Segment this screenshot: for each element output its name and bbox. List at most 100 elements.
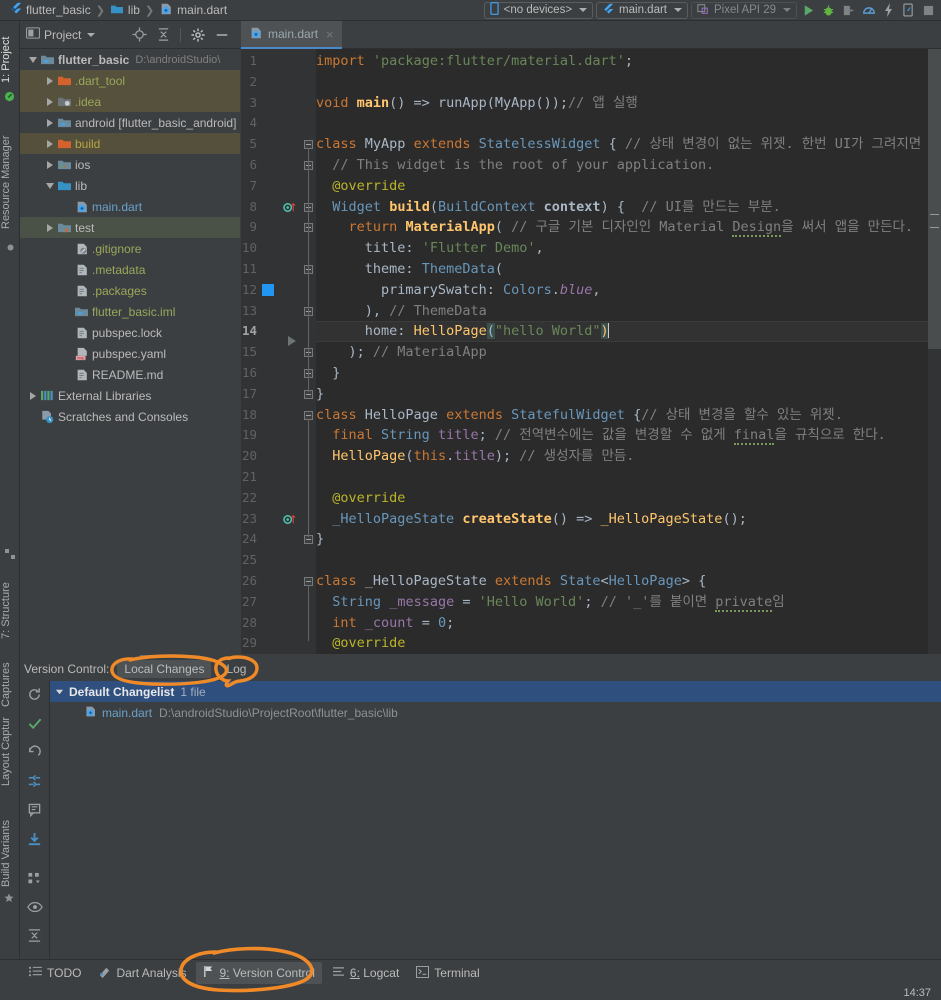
code-line[interactable]: ); // MaterialApp — [316, 342, 941, 363]
tree-node[interactable]: .dart_tool — [20, 70, 240, 91]
profile-icon[interactable] — [840, 2, 857, 19]
tree-node[interactable]: .idea — [20, 91, 240, 112]
code-line[interactable]: class MyApp extends StatelessWidget { //… — [316, 134, 941, 155]
collapse-all-icon[interactable] — [153, 25, 173, 45]
tree-node[interactable]: flutter_basic.iml — [20, 301, 240, 322]
tree-node[interactable]: build — [20, 133, 240, 154]
tree-expand-arrow[interactable] — [43, 182, 56, 189]
stop-icon[interactable] — [920, 2, 937, 19]
chevron-down-icon[interactable] — [55, 685, 64, 699]
code-line[interactable]: ), // ThemeData — [316, 301, 941, 322]
editor-marker-gutter[interactable] — [928, 49, 941, 654]
tree-expand-arrow[interactable] — [26, 56, 39, 63]
fold-collapsed-arrow-icon[interactable] — [288, 336, 296, 347]
tree-node[interactable]: YML pubspec.yaml — [20, 343, 240, 364]
code-line[interactable]: _HelloPageState createState() => _HelloP… — [316, 509, 941, 530]
hide-panel-icon[interactable] — [212, 25, 232, 45]
tree-node[interactable]: main.dart — [20, 196, 240, 217]
code-line[interactable]: @override — [316, 176, 941, 197]
code-line[interactable]: String _message = 'Hello World'; // '_'를… — [316, 592, 941, 613]
update-icon[interactable] — [27, 832, 42, 852]
tree-node[interactable]: Scratches and Consoles — [20, 406, 240, 427]
tree-node[interactable]: flutter_basic D:\androidStudio\ — [20, 49, 240, 70]
tab-local-changes[interactable]: Local Changes — [117, 660, 212, 678]
code-line[interactable]: primarySwatch: Colors.blue, — [316, 280, 941, 301]
tab-main-dart[interactable]: main.dart × — [241, 21, 342, 49]
code-line[interactable]: theme: ThemeData( — [316, 259, 941, 280]
breadcrumb-item-file[interactable]: main.dart — [156, 2, 230, 19]
code-line[interactable]: } — [316, 384, 941, 405]
override-method-icon[interactable] — [283, 513, 297, 531]
group-by-icon[interactable] — [27, 872, 43, 892]
tree-node[interactable]: .packages — [20, 280, 240, 301]
code-line[interactable]: import 'package:flutter/material.dart'; — [316, 51, 941, 72]
code-line[interactable] — [316, 113, 941, 134]
code-line[interactable] — [316, 72, 941, 93]
breadcrumb-item-project[interactable]: flutter_basic — [6, 2, 94, 18]
code-line[interactable]: } — [316, 363, 941, 384]
status-item-terminal[interactable]: Terminal — [409, 963, 486, 984]
preview-eye-icon[interactable] — [26, 901, 43, 919]
code-line[interactable]: void main() => runApp(MyApp());// 앱 실행 — [316, 93, 941, 114]
code-line[interactable]: int _count = 0; — [316, 613, 941, 634]
sidebar-item-resource-manager[interactable]: Resource Manager — [0, 107, 20, 229]
status-item-dart-analysis[interactable]: Dart Analysis — [91, 962, 193, 984]
changed-file-row[interactable]: main.dart D:\androidStudio\ProjectRoot\f… — [50, 702, 941, 723]
status-item-todo[interactable]: TODO — [22, 963, 88, 983]
code-line[interactable]: HelloPage(this.title); // 생성자를 만듬. — [316, 446, 941, 467]
tree-node[interactable]: android [flutter_basic_android] — [20, 112, 240, 133]
color-preview-swatch[interactable] — [262, 283, 274, 296]
show-diff-icon[interactable] — [27, 803, 42, 823]
run-config-selector[interactable]: main.dart — [596, 1, 688, 19]
editor-gutter[interactable]: 1 2 3 4 5 6 7 8 9 10 11 12 13 14 15 16 17 18 19 20 21 22 23 24 2… — [241, 49, 300, 654]
refresh-icon[interactable] — [27, 687, 42, 707]
shelve-icon[interactable] — [27, 774, 42, 794]
hot-reload-icon[interactable] — [880, 2, 897, 19]
override-method-icon[interactable] — [283, 201, 297, 219]
code-line[interactable]: return MaterialApp( // 구글 기본 디자인인 Materi… — [316, 217, 941, 238]
locate-icon[interactable] — [129, 25, 149, 45]
sidebar-item-layout-captures[interactable]: Layout Captur — [0, 690, 20, 786]
code-line[interactable] — [316, 550, 941, 571]
chevron-down-icon[interactable] — [87, 32, 96, 37]
rollback-icon[interactable] — [27, 745, 42, 765]
code-line[interactable]: Widget build(BuildContext context) { // … — [316, 197, 941, 218]
code-line[interactable]: class HelloPage extends StatefulWidget {… — [316, 405, 941, 426]
code-line[interactable]: } — [316, 529, 941, 550]
tree-node[interactable]: README.md — [20, 364, 240, 385]
tree-node[interactable]: test — [20, 217, 240, 238]
device-icon[interactable] — [900, 2, 917, 19]
status-item-logcat[interactable]: 6: Logcat — [325, 963, 406, 983]
editor-code-area[interactable]: import 'package:flutter/material.dart'; v… — [316, 49, 941, 654]
tree-node[interactable]: lib — [20, 175, 240, 196]
code-editor[interactable]: 1 2 3 4 5 6 7 8 9 10 11 12 13 14 15 16 17 18 19 20 21 22 23 24 2… — [241, 49, 941, 654]
local-changes-list[interactable]: Default Changelist 1 file main.dart D:\a… — [50, 681, 941, 959]
tree-expand-arrow[interactable] — [43, 118, 56, 127]
tree-expand-arrow[interactable] — [43, 97, 56, 106]
code-line[interactable]: @override — [316, 633, 941, 654]
breadcrumb-item-folder[interactable]: lib — [107, 3, 143, 18]
inspect-icon[interactable] — [860, 2, 877, 19]
commit-check-icon[interactable] — [27, 716, 43, 736]
emulator-selector[interactable]: Pixel API 29 — [690, 1, 797, 19]
code-line[interactable]: // This widget is the root of your appli… — [316, 155, 941, 176]
expand-collapse-icon[interactable] — [27, 928, 42, 948]
sidebar-item-project[interactable]: 1: Project — [0, 21, 20, 83]
tree-expand-arrow[interactable] — [26, 391, 39, 400]
code-line[interactable]: home: HelloPage("hello World") — [316, 321, 941, 342]
run-icon[interactable] — [800, 2, 817, 19]
tree-expand-arrow[interactable] — [43, 160, 56, 169]
tree-node[interactable]: .metadata — [20, 259, 240, 280]
tree-expand-arrow[interactable] — [43, 223, 56, 232]
code-line[interactable]: title: 'Flutter Demo', — [316, 238, 941, 259]
tree-node[interactable]: External Libraries — [20, 385, 240, 406]
sidebar-item-structure[interactable]: 7: Structure — [0, 561, 20, 639]
tree-node[interactable]: .gitignore — [20, 238, 240, 259]
tree-node[interactable]: ios — [20, 154, 240, 175]
sidebar-item-favorites[interactable] — [0, 808, 20, 888]
status-item-version-control[interactable]: 9: Version Control — [196, 962, 322, 984]
debug-icon[interactable] — [820, 2, 837, 19]
code-line[interactable]: @override — [316, 488, 941, 509]
code-line[interactable]: class _HelloPageState extends State<Hell… — [316, 571, 941, 592]
tree-expand-arrow[interactable] — [43, 139, 56, 148]
